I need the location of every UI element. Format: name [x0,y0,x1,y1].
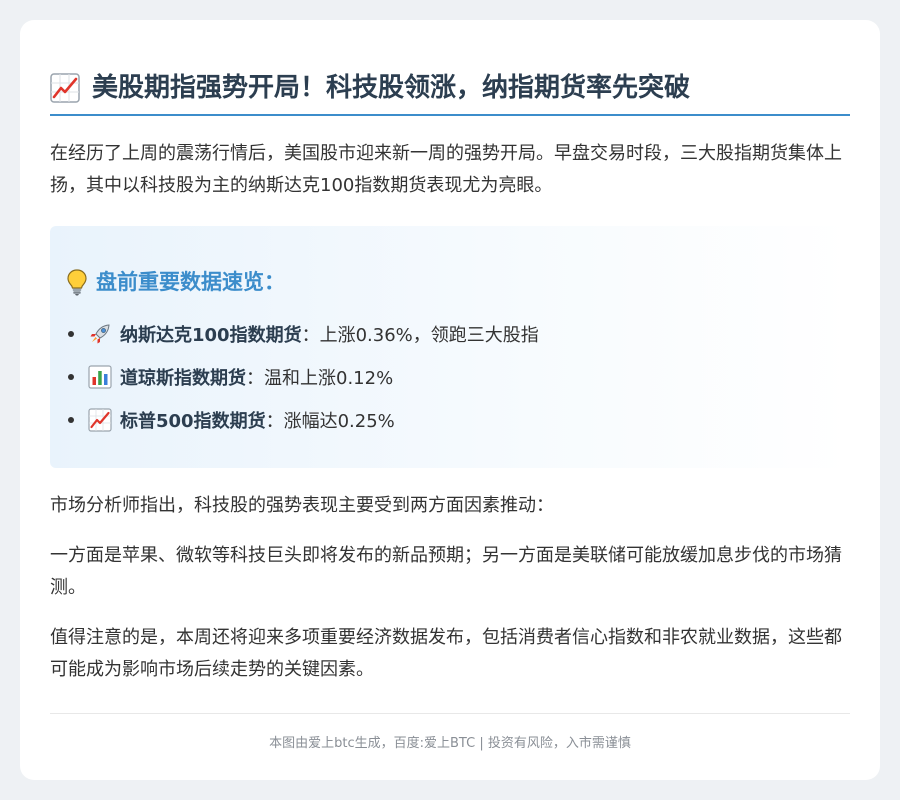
body-paragraph: 市场分析师指出，科技股的强势表现主要受到两方面因素推动： [50,495,554,516]
chart-increasing-icon [50,73,80,103]
body-paragraph: 值得注意的是，本周还将迎来多项重要经济数据发布，包括消费者信心指数和非农就业数据… [50,627,842,680]
item-label: 纳斯达克100指数期货 [120,324,302,346]
item-separator: ： [265,410,284,432]
item-label: 道琼斯指数期货 [120,367,246,389]
item-text: 上涨0.36%，领跑三大股指 [319,324,539,346]
article-title-text: 美股期指强势开局！科技股领涨，纳指期货率先突破 [92,73,691,103]
article-title: 美股期指强势开局！科技股领涨，纳指期货率先突破 [50,68,850,116]
item-text: 温和上涨0.12% [264,367,394,389]
list-item: 纳斯达克100指数期货：上涨0.36%，领跑三大股指 [66,312,834,355]
bullet-dot [68,416,74,423]
list-item: 标普500指数期货：涨幅达0.25% [66,398,834,441]
highlight-title: 盘前重要数据速览： [66,266,834,298]
item-label: 标普500指数期货 [120,410,266,432]
item-separator: ： [246,367,264,389]
list-item: 道琼斯指数期货：温和上涨0.12% [66,355,834,398]
chart-increasing-icon [88,407,112,432]
item-separator: ： [301,324,320,346]
highlight-title-text: 盘前重要数据速览： [96,270,285,294]
intro-paragraph: 在经历了上周的震荡行情后，美国股市迎来新一周的强势开局。早盘交易时段，三大股指期… [50,143,842,196]
footer-disclaimer: 本图由爱上btc生成，百度:爱上BTC | 投资有风险，入市需谨慎 [50,713,850,751]
light-bulb-icon [66,268,88,296]
highlight-box: 盘前重要数据速览： 纳斯达克100指数期货：上涨0.36%，领跑三大股指 道琼斯… [50,226,850,468]
article-card: 美股期指强势开局！科技股领涨，纳指期货率先突破 在经历了上周的震荡行情后，美国股… [20,20,880,780]
bullet-dot [68,373,74,380]
item-text: 涨幅达0.25% [283,410,395,432]
bar-chart-icon [88,364,112,389]
rocket-icon [88,322,112,346]
highlight-list: 纳斯达克100指数期货：上涨0.36%，领跑三大股指 道琼斯指数期货：温和上涨0… [66,312,834,441]
bullet-dot [68,330,74,337]
body-paragraph: 一方面是苹果、微软等科技巨头即将发布的新品预期；另一方面是美联储可能放缓加息步伐… [50,545,842,598]
